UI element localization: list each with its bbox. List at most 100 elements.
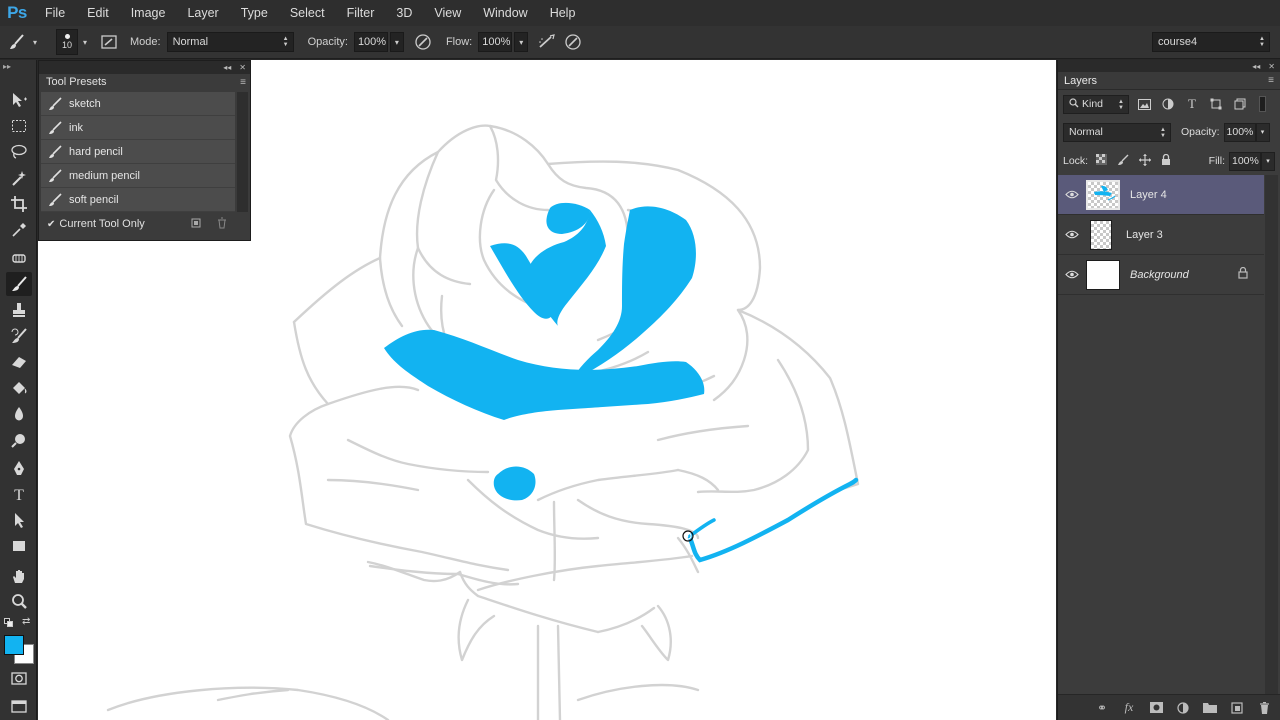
flow-dropdown[interactable]: ▾ [514,32,529,52]
layer-row-background[interactable]: Background [1058,255,1264,295]
flow-input[interactable]: 100% [478,32,513,52]
current-tool-only-checkbox[interactable]: ✔ [47,219,55,230]
clone-stamp-tool-icon[interactable] [6,298,32,322]
layer-name[interactable]: Layer 3 [1126,229,1163,241]
layer-style-fx-icon[interactable]: fx [1120,699,1138,717]
brush-size-picker[interactable]: 10 [56,29,78,55]
new-preset-icon[interactable] [190,217,202,232]
adjustment-layer-icon[interactable] [1174,699,1192,717]
lasso-tool-icon[interactable] [6,140,32,164]
rectangle-tool-icon[interactable] [6,534,32,558]
type-tool-icon[interactable]: T [6,482,32,506]
fill-dropdown[interactable]: ▾ [1261,151,1275,171]
layer-opacity-dropdown[interactable]: ▾ [1255,122,1270,142]
brush-panel-toggle-icon[interactable] [98,31,120,53]
menu-select[interactable]: Select [279,0,336,26]
layer-name[interactable]: Background [1130,269,1189,281]
filter-toggle[interactable] [1259,96,1266,112]
healing-brush-tool-icon[interactable] [6,246,32,270]
close-icon[interactable]: ✕ [1268,62,1275,71]
tab-layers[interactable]: Layers [1064,75,1097,87]
smart-object-filter-icon[interactable] [1231,95,1249,113]
collapse-arrows-icon[interactable]: ◂◂ [223,63,231,72]
paint-bucket-tool-icon[interactable] [6,376,32,400]
preset-item-soft-pencil[interactable]: soft pencil [41,188,235,212]
link-layers-icon[interactable]: ⚭ [1093,699,1111,717]
panel-menu-icon[interactable]: ≡ [240,77,246,88]
panel-collapse-icon[interactable]: ▸▸ [3,62,11,71]
screen-mode-icon[interactable] [6,694,32,718]
preset-item-medium-pencil[interactable]: medium pencil [41,164,235,188]
presets-scrollbar[interactable] [237,92,248,212]
pen-tool-icon[interactable] [6,456,32,480]
menu-help[interactable]: Help [539,0,587,26]
opacity-input[interactable]: 100% [353,32,388,52]
layer-opacity-input[interactable]: 100% [1223,122,1256,142]
swap-colors-icon[interactable]: ⇄ [22,616,30,627]
menu-type[interactable]: Type [230,0,279,26]
preset-item-hard-pencil[interactable]: hard pencil [41,140,235,164]
workspace-select[interactable]: course4 ▲ ▼ [1152,32,1270,52]
eyedropper-tool-icon[interactable] [6,218,32,242]
pressure-size-icon[interactable] [562,31,584,53]
default-colors-icon[interactable] [4,618,13,627]
brush-tool-preset-icon[interactable] [6,31,28,53]
new-group-folder-icon[interactable] [1201,699,1219,717]
layer-row-layer-4[interactable]: Layer 4 [1058,175,1264,215]
layer-name[interactable]: Layer 4 [1130,189,1167,201]
fill-input[interactable]: 100% [1229,151,1261,171]
brush-size-dropdown[interactable]: ▾ [78,32,92,52]
dodge-tool-icon[interactable] [6,428,32,452]
collapse-arrows-icon[interactable]: ◂◂ [1252,62,1260,71]
foreground-color-swatch[interactable] [4,635,24,655]
close-icon[interactable]: ✕ [239,63,246,72]
lock-all-icon[interactable] [1161,153,1171,169]
pressure-opacity-icon[interactable] [412,31,434,53]
brush-tool-icon[interactable] [6,272,32,296]
eye-visibility-icon[interactable] [1058,270,1086,279]
airbrush-icon[interactable] [536,31,558,53]
preset-item-ink[interactable]: ink [41,116,235,140]
layers-scrollbar[interactable] [1265,175,1278,695]
menu-filter[interactable]: Filter [336,0,386,26]
type-filter-icon[interactable]: T [1183,95,1201,113]
lock-position-icon[interactable] [1139,153,1152,169]
menu-image[interactable]: Image [120,0,177,26]
tool-preset-dropdown[interactable]: ▾ [28,32,42,52]
marquee-tool-icon[interactable] [6,114,32,138]
adjustment-filter-icon[interactable] [1159,95,1177,113]
menu-view[interactable]: View [423,0,472,26]
blur-tool-icon[interactable] [6,402,32,426]
filter-kind-select[interactable]: Kind ▲ ▼ [1063,94,1129,114]
delete-preset-icon[interactable] [216,217,228,232]
quick-mask-icon[interactable] [6,666,32,690]
menu-edit[interactable]: Edit [76,0,120,26]
lock-transparent-icon[interactable] [1096,154,1108,168]
menu-window[interactable]: Window [472,0,538,26]
preset-item-sketch[interactable]: sketch [41,92,235,116]
menu-3d[interactable]: 3D [385,0,423,26]
shape-filter-icon[interactable] [1207,95,1225,113]
move-tool-icon[interactable] [6,88,32,112]
menu-file[interactable]: File [34,0,76,26]
opacity-dropdown[interactable]: ▾ [389,32,404,52]
blend-mode-select[interactable]: Normal ▲ ▼ [1063,122,1171,142]
magic-wand-tool-icon[interactable] [6,166,32,190]
panel-menu-icon[interactable]: ≡ [1268,75,1274,86]
delete-layer-trash-icon[interactable] [1255,699,1273,717]
crop-tool-icon[interactable] [6,192,32,216]
layer-row-layer-3[interactable]: Layer 3 [1058,215,1264,255]
lock-pixels-icon[interactable] [1117,154,1129,169]
history-brush-tool-icon[interactable] [6,324,32,348]
eye-visibility-icon[interactable] [1058,190,1086,199]
new-layer-icon[interactable] [1228,699,1246,717]
zoom-tool-icon[interactable] [6,590,32,614]
eraser-tool-icon[interactable] [6,350,32,374]
add-mask-icon[interactable] [1147,699,1165,717]
pixel-filter-icon[interactable] [1135,95,1153,113]
hand-tool-icon[interactable] [6,564,32,588]
path-selection-tool-icon[interactable] [6,508,32,532]
eye-visibility-icon[interactable] [1058,230,1086,239]
mode-select[interactable]: Normal ▲ ▼ [166,32,294,52]
menu-layer[interactable]: Layer [176,0,229,26]
